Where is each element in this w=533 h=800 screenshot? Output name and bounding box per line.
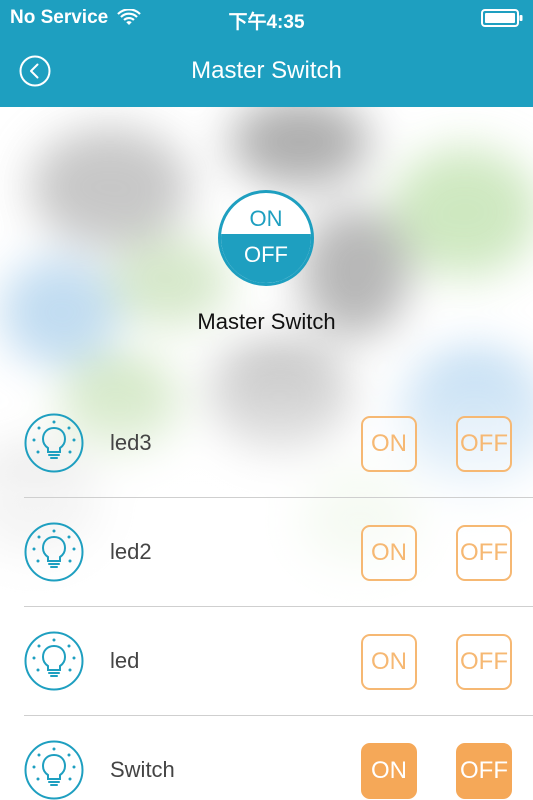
bulb-icon (24, 740, 84, 800)
device-name: Switch (110, 757, 175, 782)
on-button[interactable]: ON (361, 743, 417, 799)
device-name: led3 (110, 430, 152, 455)
off-button[interactable]: OFF (456, 525, 512, 581)
bulb-icon (24, 522, 84, 582)
device-row-led3: led3 ON OFF (24, 389, 533, 498)
status-bar: No Service 下午4:35 (0, 0, 533, 36)
device-name: led2 (110, 539, 152, 564)
battery-icon (481, 9, 523, 27)
device-row-led: led ON OFF (24, 607, 533, 716)
on-button[interactable]: ON (361, 416, 417, 472)
bulb-icon (24, 413, 84, 473)
master-toggle[interactable]: ON OFF (218, 190, 314, 286)
app-header: No Service 下午4:35 Master Switch (0, 0, 533, 107)
master-off-button[interactable]: OFF (221, 233, 311, 283)
screen: No Service 下午4:35 Master Switch ON OFF M… (0, 0, 533, 800)
master-on-button[interactable]: ON (221, 193, 311, 234)
off-button[interactable]: OFF (456, 634, 512, 690)
device-name: led (110, 648, 140, 673)
page-title: Master Switch (191, 57, 342, 84)
off-button[interactable]: OFF (456, 743, 512, 799)
master-switch-label: Master Switch (197, 309, 336, 334)
on-button[interactable]: ON (361, 634, 417, 690)
off-button[interactable]: OFF (456, 416, 512, 472)
status-time: 下午4:35 (228, 12, 305, 33)
device-list: led3 ON OFF led2 ON OFF led ON OFF Switc… (0, 389, 533, 800)
device-row-led2: led2 ON OFF (24, 498, 533, 607)
on-button[interactable]: ON (361, 525, 417, 581)
nav-bar: Master Switch (0, 36, 533, 107)
device-row-switch: Switch ON OFF (24, 716, 533, 800)
bulb-icon (24, 631, 84, 691)
